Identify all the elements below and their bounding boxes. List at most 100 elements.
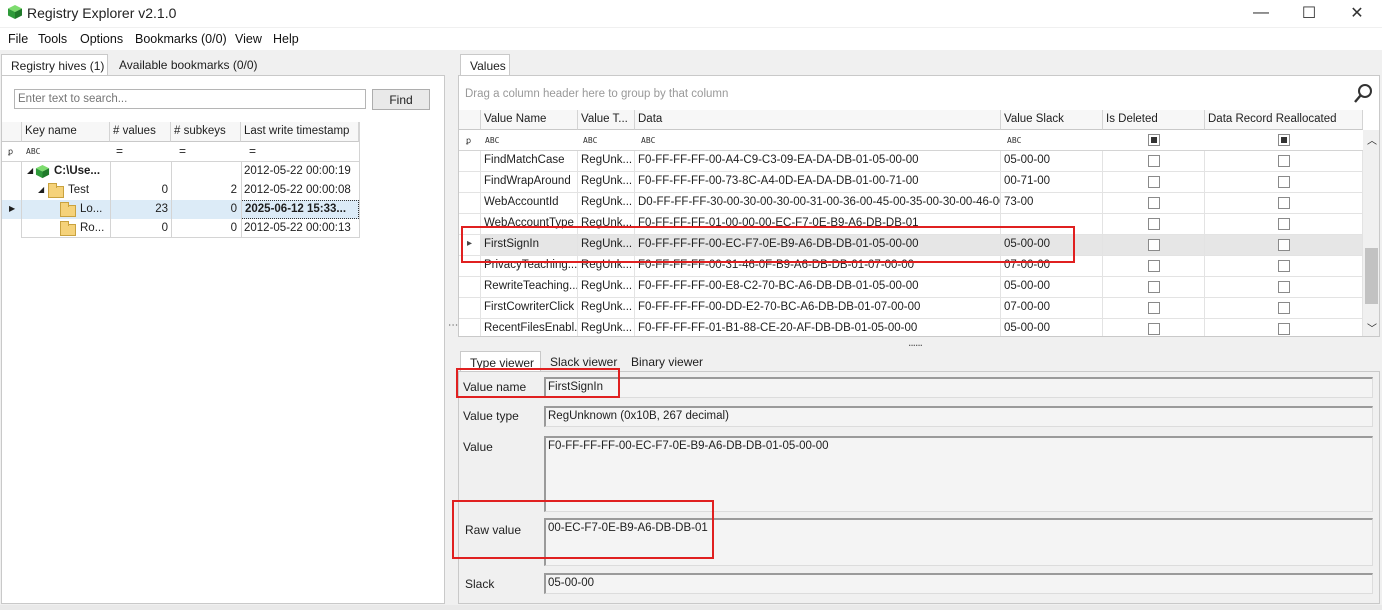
collapse-icon[interactable]: ◢ <box>38 185 44 194</box>
value-name-field[interactable]: FirstSignIn <box>544 377 1373 398</box>
filter-equals-icon[interactable]: = <box>116 144 123 158</box>
tree-row[interactable]: ◢ C:\Use... 2012-05-22 00:00:19 <box>2 162 359 181</box>
value-cell-checkbox <box>1205 235 1363 256</box>
scroll-up-icon[interactable]: ︿ <box>1367 132 1377 147</box>
row-checkbox[interactable] <box>1278 260 1290 272</box>
value-row[interactable]: FirstCowriterClick RegUnk... F0-FF-FF-FF-0… <box>459 298 1363 319</box>
value-row[interactable]: FindWrapAround RegUnk... F0-FF-FF-FF-00-73… <box>459 172 1363 193</box>
col-data[interactable]: Data <box>635 110 1001 130</box>
tab-available-bookmarks[interactable]: Available bookmarks (0/0) <box>110 54 267 75</box>
row-checkbox[interactable] <box>1278 218 1290 230</box>
filter-equals-icon[interactable]: = <box>249 144 256 158</box>
tree-row-selected[interactable]: ▶ Lo... 23 0 2025-06-12 15:33... <box>2 200 359 219</box>
row-checkbox[interactable] <box>1278 281 1290 293</box>
col-value-slack[interactable]: Value Slack <box>1001 110 1103 130</box>
filter-abc-icon[interactable]: ABC <box>583 136 597 145</box>
row-checkbox[interactable] <box>1148 155 1160 167</box>
scrollbar-thumb[interactable] <box>1365 248 1378 304</box>
tree-row-values: 0 <box>161 222 168 234</box>
filter-abc-icon[interactable]: ABC <box>485 136 499 145</box>
group-by-hint: Drag a column header here to group by th… <box>465 88 729 100</box>
menu-view[interactable]: View <box>235 32 262 46</box>
value-cell-name: FindMatchCase <box>481 151 578 172</box>
filter-abc-icon[interactable]: ABC <box>1007 136 1021 145</box>
value-cell-name: RewriteTeaching... <box>481 277 578 298</box>
col-values[interactable]: # values <box>110 122 171 142</box>
divider <box>359 122 360 238</box>
tree-row-subkeys: 0 <box>230 203 237 215</box>
menu-file[interactable]: File <box>8 32 28 46</box>
tree-row-name: C:\Use... <box>54 165 101 177</box>
find-button[interactable]: Find <box>372 89 430 110</box>
type-viewer-panel: Value name FirstSignIn Value type RegUnk… <box>458 371 1380 604</box>
close-button[interactable]: ✕ <box>1334 0 1380 26</box>
filter-checkbox[interactable] <box>1148 134 1160 146</box>
pin-icon: ꝑ <box>466 136 472 145</box>
row-checkbox[interactable] <box>1278 155 1290 167</box>
tree-row[interactable]: Ro... 0 0 2012-05-22 00:00:13 <box>2 219 359 238</box>
value-cell-name: FirstCowriterClick <box>481 298 578 319</box>
row-checkbox[interactable] <box>1148 260 1160 272</box>
value-cell-data: D0-FF-FF-FF-30-00-30-00-30-00-31-00-36-0… <box>635 193 1001 214</box>
menu-bookmarks[interactable]: Bookmarks (0/0) <box>135 32 227 46</box>
tab-binary-viewer[interactable]: Binary viewer <box>622 351 712 372</box>
tree-row[interactable]: ◢ Test 0 2 2012-05-22 00:00:08 <box>2 181 359 200</box>
row-checkbox[interactable] <box>1148 176 1160 188</box>
horizontal-splitter-grip[interactable]: ...... <box>908 335 923 349</box>
col-data-record-reallocated[interactable]: Data Record Reallocated <box>1205 110 1363 130</box>
values-scrollbar[interactable]: ︿ ﹀ <box>1363 130 1379 336</box>
menu-help[interactable]: Help <box>273 32 299 46</box>
col-subkeys[interactable]: # subkeys <box>171 122 241 142</box>
value-label: Value <box>463 440 493 454</box>
value-cell-checkbox <box>1103 151 1205 172</box>
col-value-name[interactable]: Value Name <box>481 110 578 130</box>
row-checkbox[interactable] <box>1148 197 1160 209</box>
tree-row-name: Test <box>68 184 90 196</box>
row-gutter <box>459 172 481 193</box>
scroll-down-icon[interactable]: ﹀ <box>1367 320 1377 335</box>
menu-tools[interactable]: Tools <box>38 32 67 46</box>
value-row[interactable]: WebAccountId RegUnk... D0-FF-FF-FF-30-00-3… <box>459 193 1363 214</box>
value-row[interactable]: FindMatchCase RegUnk... F0-FF-FF-FF-00-A4-… <box>459 151 1363 172</box>
menu-options[interactable]: Options <box>80 32 123 46</box>
value-row[interactable]: RewriteTeaching... RegUnk... F0-FF-FF-FF-0… <box>459 277 1363 298</box>
menu-bar: File Tools Options Bookmarks (0/0) View … <box>0 28 1382 50</box>
filter-equals-icon[interactable]: = <box>179 144 186 158</box>
row-checkbox[interactable] <box>1278 323 1290 335</box>
splitter-grip[interactable]: ⋮ <box>447 320 458 330</box>
filter-abc-icon[interactable]: ABC <box>641 136 655 145</box>
value-cell-checkbox <box>1103 193 1205 214</box>
row-checkbox[interactable] <box>1278 197 1290 209</box>
col-is-deleted[interactable]: Is Deleted <box>1103 110 1205 130</box>
row-checkbox[interactable] <box>1148 281 1160 293</box>
collapse-icon[interactable]: ◢ <box>27 166 33 175</box>
close-icon: ✕ <box>1350 5 1364 22</box>
filter-checkbox[interactable] <box>1278 134 1290 146</box>
col-key-name[interactable]: Key name <box>22 122 110 142</box>
search-input[interactable] <box>14 89 366 109</box>
minimize-button[interactable]: — <box>1238 0 1284 26</box>
slack-field[interactable]: 05-00-00 <box>544 573 1373 594</box>
search-icon[interactable] <box>1353 83 1373 105</box>
row-gutter <box>459 277 481 298</box>
row-checkbox[interactable] <box>1148 239 1160 251</box>
maximize-button[interactable]: ☐ <box>1286 0 1332 26</box>
filter-abc-icon[interactable]: ABC <box>26 147 40 156</box>
row-checkbox[interactable] <box>1148 323 1160 335</box>
tab-values[interactable]: Values <box>460 54 510 75</box>
row-checkbox[interactable] <box>1278 176 1290 188</box>
highlight-raw-value <box>452 500 714 559</box>
value-cell-type: RegUnk... <box>578 193 635 214</box>
tab-registry-hives[interactable]: Registry hives (1) <box>1 54 108 75</box>
col-value-type[interactable]: Value T... <box>578 110 635 130</box>
value-type-field[interactable]: RegUnknown (0x10B, 267 decimal) <box>544 406 1373 427</box>
value-cell-name: RecentFilesEnabl... <box>481 319 578 336</box>
row-checkbox[interactable] <box>1278 239 1290 251</box>
header-corner <box>459 110 481 130</box>
row-checkbox[interactable] <box>1278 302 1290 314</box>
row-checkbox[interactable] <box>1148 218 1160 230</box>
row-checkbox[interactable] <box>1148 302 1160 314</box>
slack-label: Slack <box>465 577 495 591</box>
minimize-icon: — <box>1253 4 1269 21</box>
col-last-write[interactable]: Last write timestamp <box>241 122 359 142</box>
